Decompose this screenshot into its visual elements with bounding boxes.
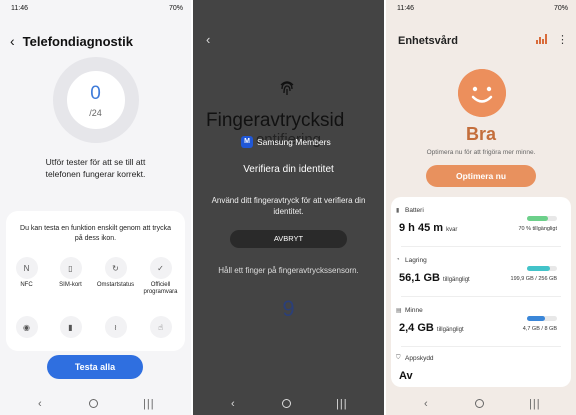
samsung-members-logo-icon: M	[241, 135, 253, 148]
countdown-value: 9	[282, 296, 295, 321]
navigation-bar: ‹ |||	[386, 393, 576, 415]
optimize-hint: Optimera nu för att frigöra mer minne.	[426, 149, 536, 156]
page-title-row: ‹ Telefondiagnostik	[10, 33, 133, 49]
test-official-software[interactable]: ✓ Officiell programvara	[138, 257, 183, 296]
page-title: Telefondiagnostik	[22, 34, 133, 49]
tests-card-description: Du kan testa en funktion enskilt genom a…	[20, 225, 171, 242]
nav-back-icon[interactable]: ‹	[231, 398, 235, 410]
fingerprint-icon	[280, 81, 294, 95]
test-vibration[interactable]: ≀	[93, 316, 138, 338]
nav-home-icon[interactable]	[475, 399, 484, 408]
navigation-bar: ‹ |||	[193, 393, 384, 415]
status-bar: 11:46 70%	[386, 5, 576, 15]
device-care-screen: 11:46 70% Enhetsvård ⋮ Bra Optimera nu f…	[386, 0, 576, 415]
status-bar: 11:46 70%	[0, 5, 191, 15]
nav-recents-icon[interactable]: |||	[143, 398, 155, 410]
optimize-button[interactable]: Optimera nu	[426, 165, 536, 187]
storage-icon: ◔	[396, 257, 400, 263]
test-sensors[interactable]: ▮	[48, 316, 93, 338]
vibration-icon: ▮	[59, 316, 82, 338]
sim-card-icon: ▯	[59, 257, 82, 279]
storage-value: 56,1 GB	[399, 272, 440, 284]
nfc-icon: N	[15, 257, 38, 279]
memory-icon: ▤	[396, 308, 402, 314]
battery-value: 9 h 45 m	[399, 222, 444, 234]
app-protection-value: Av	[399, 370, 413, 382]
storage-row[interactable]: ◔ Lagring 56,1 GB tillgängligt 199,9 GB …	[391, 247, 571, 297]
app-protection-row[interactable]: ⛉ Appskydd Av	[391, 345, 571, 395]
memory-value: 2,4 GB	[399, 322, 434, 334]
navigation-bar: ‹ |||	[0, 393, 191, 415]
storage-label: Lagring	[405, 257, 427, 264]
storage-unit: tillgängligt	[443, 277, 470, 283]
verify-description: Använd ditt fingeravtryck för att verifi…	[211, 196, 366, 216]
bar-chart-icon[interactable]	[536, 34, 548, 44]
test-touch[interactable]: ☝	[138, 316, 183, 338]
restart-icon: ↻	[104, 257, 127, 279]
nav-back-icon[interactable]: ‹	[38, 398, 42, 410]
battery-label: Batteri	[405, 207, 424, 214]
shield-icon: ⛉	[396, 355, 401, 361]
memory-bar	[527, 316, 557, 321]
mobile-network-icon: ◉	[15, 316, 38, 338]
storage-sub: 199,9 GB / 256 GB	[510, 276, 557, 282]
test-label: SIM-kort	[59, 282, 82, 288]
nav-recents-icon[interactable]: |||	[529, 398, 541, 410]
memory-row[interactable]: ▤ Minne 2,4 GB tillgängligt 4,7 GB / 8 G…	[391, 297, 571, 347]
device-care-card: ▮ Batteri 9 h 45 m kvar 70 % tillgänglig…	[391, 197, 571, 387]
official-software-icon: ✓	[149, 257, 172, 279]
test-mobile-network[interactable]: ◉	[4, 316, 49, 338]
nav-recents-icon[interactable]: |||	[336, 398, 348, 410]
test-label: NFC	[20, 282, 33, 288]
memory-unit: tillgängligt	[436, 327, 464, 333]
nav-back-icon[interactable]: ‹	[424, 398, 428, 410]
battery-icon: ▮	[396, 208, 400, 214]
app-toast: M Samsung Members	[241, 134, 331, 149]
diagnostics-description: Utför tester för att se till att telefon…	[45, 157, 146, 179]
status-time: 11:46	[397, 5, 414, 12]
more-options-icon[interactable]: ⋮	[557, 33, 568, 46]
storage-bar	[527, 266, 557, 271]
smiley-face-icon	[458, 69, 506, 117]
score-value: 0	[90, 83, 101, 104]
battery-unit: kvar	[446, 227, 458, 233]
battery-bar	[527, 216, 557, 221]
test-sim-card[interactable]: ▯ SIM-kort	[48, 257, 93, 289]
vibration-icon: ≀	[104, 316, 127, 338]
touch-icon: ☝	[149, 316, 172, 338]
test-label: Officiell programvara	[143, 282, 178, 295]
test-restart-status[interactable]: ↻ Omstartstatus	[93, 257, 138, 289]
battery-row[interactable]: ▮ Batteri 9 h 45 m kvar 70 % tillgänglig…	[391, 197, 571, 247]
tests-card: Du kan testa en funktion enskilt genom a…	[6, 211, 185, 351]
score-total: /24	[89, 108, 102, 118]
back-icon[interactable]: ‹	[10, 33, 15, 49]
toast-text: Samsung Members	[257, 136, 331, 147]
fingerprint-screen: ‹ Fingeravtrycksid entifiering M Samsung…	[193, 0, 384, 415]
status-battery: 70%	[553, 5, 568, 12]
status-time: 11:46	[11, 5, 28, 12]
back-icon[interactable]: ‹	[206, 32, 210, 47]
nav-home-icon[interactable]	[282, 399, 291, 408]
memory-sub: 4,7 GB / 8 GB	[522, 326, 557, 332]
test-nfc[interactable]: N NFC	[4, 257, 49, 289]
status-battery: 70%	[168, 5, 183, 12]
diagnostics-screen: 11:46 70% ‹ Telefondiagnostik 0 /24 Utför…	[0, 0, 191, 415]
battery-sub: 70 % tillgängligt	[518, 226, 557, 232]
hold-finger-hint: Håll ett finger på fingeravtryckssensorn…	[218, 266, 359, 275]
nav-home-icon[interactable]	[89, 399, 98, 408]
fingerprint-title: Fingeravtrycksid	[206, 110, 345, 131]
page-title: Enhetsvård	[398, 35, 458, 47]
test-all-button[interactable]: Testa alla	[47, 355, 143, 379]
device-status: Bra	[465, 124, 496, 144]
verify-heading: Verifiera din identitet	[243, 164, 334, 175]
test-label: Omstartstatus	[96, 282, 135, 288]
memory-label: Minne	[405, 307, 423, 314]
app-protection-label: Appskydd	[405, 355, 434, 362]
cancel-button[interactable]: AVBRYT	[230, 230, 347, 248]
